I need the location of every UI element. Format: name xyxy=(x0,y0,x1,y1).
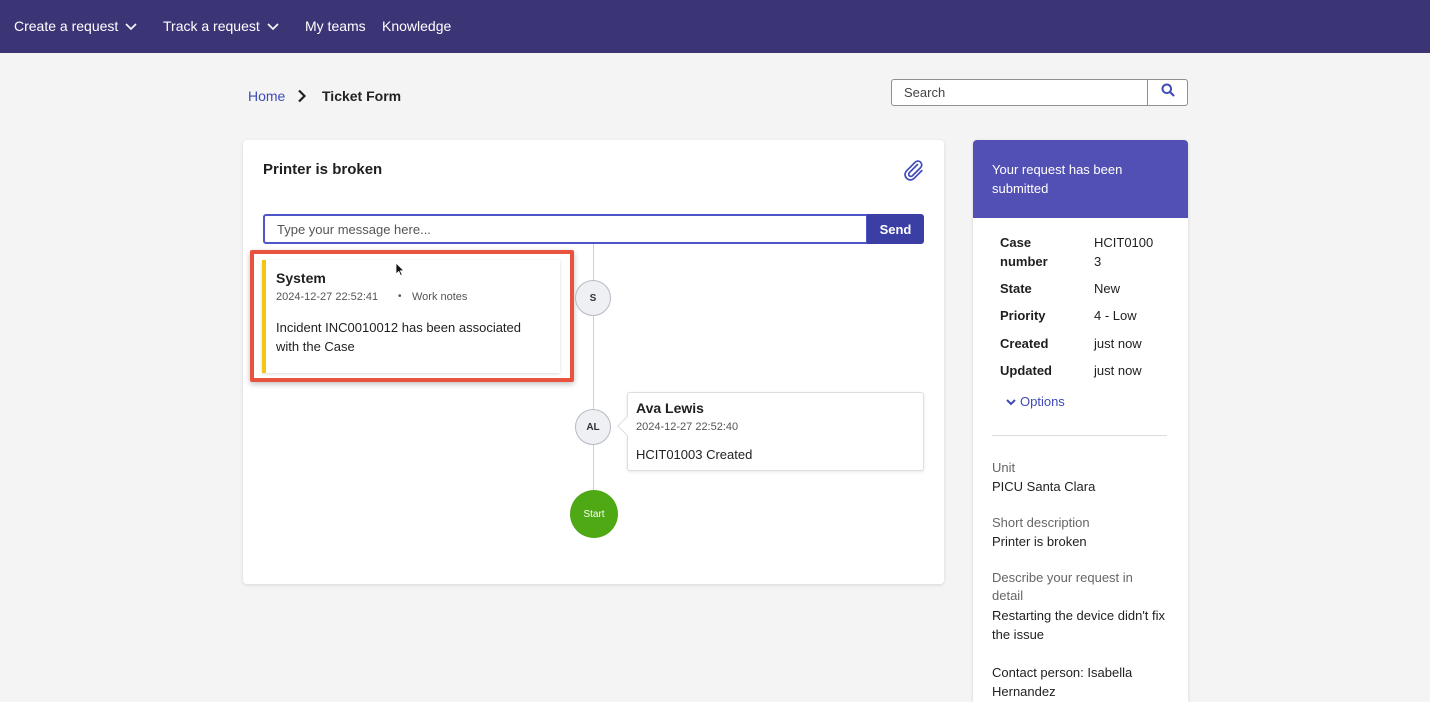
detail-label: State xyxy=(1000,281,1032,296)
divider xyxy=(992,435,1167,436)
chevron-down-icon xyxy=(267,23,279,31)
breadcrumb-current: Ticket Form xyxy=(322,88,402,104)
search-icon xyxy=(1161,83,1175,102)
detail-value: HCIT0100 3 xyxy=(1094,235,1154,269)
chevron-down-icon xyxy=(1006,394,1016,409)
avatar-ava-lewis: AL xyxy=(575,409,611,445)
field-label: Describe your request in detail xyxy=(992,570,1133,603)
detail-label: Priority xyxy=(1000,308,1046,323)
entry-meta-separator: • xyxy=(398,291,402,302)
detail-label: Created xyxy=(1000,336,1049,351)
breadcrumb-home[interactable]: Home xyxy=(248,88,285,104)
entry-timestamp: 2024-12-27 22:52:41 xyxy=(276,291,379,303)
paperclip-icon[interactable] xyxy=(901,158,925,187)
options-label: Options xyxy=(1020,394,1065,409)
search-button[interactable] xyxy=(1147,79,1188,106)
nav-create-request[interactable]: Create a request xyxy=(14,0,137,53)
chevron-right-icon xyxy=(297,89,307,108)
entry-timestamp: 2024-12-27 22:52:40 xyxy=(636,421,739,433)
field-value: PICU Santa Clara xyxy=(992,479,1096,494)
message-input[interactable] xyxy=(263,214,868,244)
entry-body: HCIT01003 Created xyxy=(636,447,753,462)
chevron-down-icon xyxy=(125,23,137,31)
send-button[interactable]: Send xyxy=(867,214,924,244)
detail-value: New xyxy=(1094,281,1121,296)
avatar-system: S xyxy=(575,280,611,316)
detail-label: Updated xyxy=(1000,363,1052,378)
timeline-entry-system: System 2024-12-27 22:52:41 • Work notes … xyxy=(262,260,560,373)
top-nav: Create a request Track a request My team… xyxy=(0,0,1430,53)
field-value: Printer is broken xyxy=(992,534,1087,549)
nav-create-request-label: Create a request xyxy=(14,18,119,34)
entry-author: Ava Lewis xyxy=(636,400,704,416)
panel-header-text: Your request has been submitted xyxy=(992,162,1123,196)
entry-type: Work notes xyxy=(412,291,468,303)
detail-value: 4 - Low xyxy=(1094,308,1137,323)
timeline-start-node: Start xyxy=(570,490,618,538)
options-toggle[interactable]: Options xyxy=(1006,394,1065,409)
field-value: Restarting the device didn't fix the iss… xyxy=(992,608,1166,642)
cursor-pointer xyxy=(395,262,405,282)
search-input[interactable] xyxy=(891,79,1149,106)
timeline-entry-ava-lewis: Ava Lewis 2024-12-27 22:52:40 HCIT01003 … xyxy=(627,392,924,471)
field-label: Unit xyxy=(992,460,1016,475)
contact-person: Contact person: Isabella Hernandez xyxy=(992,665,1133,699)
field-label: Short description xyxy=(992,515,1090,530)
nav-track-request[interactable]: Track a request xyxy=(163,0,279,53)
nav-knowledge[interactable]: Knowledge xyxy=(382,0,451,53)
entry-body: Incident INC0010012 has been associated … xyxy=(276,320,522,354)
detail-value: just now xyxy=(1094,336,1142,351)
nav-track-request-label: Track a request xyxy=(163,18,260,34)
entry-author: System xyxy=(276,270,326,286)
ticket-title: Printer is broken xyxy=(263,161,383,178)
detail-value: just now xyxy=(1094,363,1142,378)
nav-my-teams[interactable]: My teams xyxy=(305,0,366,53)
detail-label: Case number xyxy=(1000,235,1048,269)
